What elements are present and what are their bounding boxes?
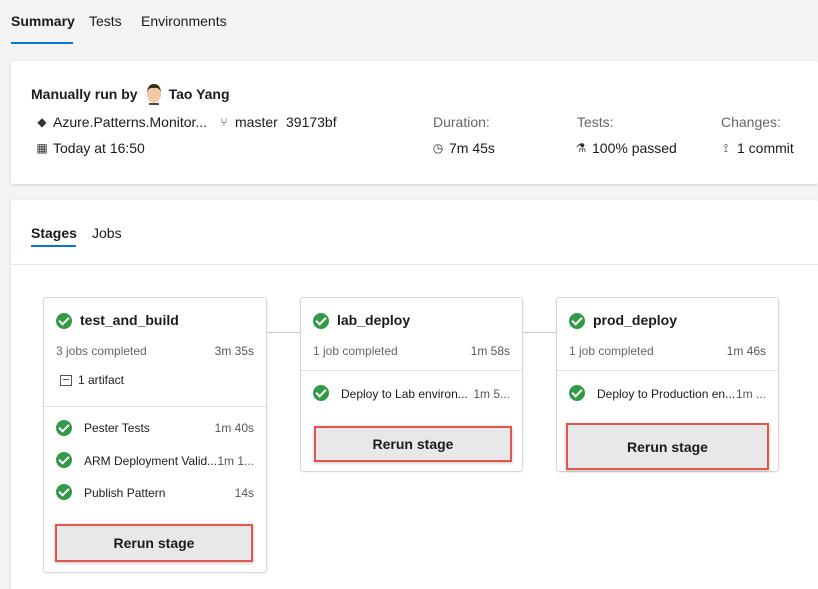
success-check-icon — [313, 313, 329, 329]
stage-duration: 1m 58s — [470, 344, 510, 358]
success-check-icon — [313, 385, 329, 401]
artifact-link[interactable]: 1 artifact — [60, 373, 124, 387]
stage-card-lab-deploy[interactable]: lab_deploy 1 job completed 1m 58s Deploy… — [300, 297, 523, 472]
commit-info[interactable]: 39173bf — [286, 114, 337, 130]
commit-icon: ⟟ — [723, 140, 729, 155]
clock-icon: ◷ — [432, 141, 444, 155]
job-name[interactable]: Pester Tests — [84, 421, 214, 435]
divider — [557, 370, 778, 371]
job-time: 1m ... — [735, 387, 766, 401]
stage-name[interactable]: test_and_build — [80, 312, 179, 328]
rerun-stage-button[interactable]: Rerun stage — [314, 426, 512, 462]
active-stage-tab-indicator — [31, 245, 76, 247]
changes-info[interactable]: ⟟ 1 commit — [719, 140, 794, 156]
run-summary-card: Manually run by Tao Yang ◆ Azure.Pattern… — [11, 61, 818, 184]
success-check-icon — [56, 420, 72, 436]
run-prefix: Manually run by — [31, 86, 138, 102]
active-tab-indicator — [11, 42, 73, 44]
stages-card: Stages Jobs test_and_build 3 jobs comple… — [11, 200, 818, 589]
branch-icon: ⑂ — [220, 115, 228, 129]
tab-summary[interactable]: Summary — [11, 13, 75, 29]
top-tab-bar: Summary Tests Environments — [0, 0, 818, 46]
stage-connector — [523, 332, 556, 333]
artifact-icon — [60, 374, 72, 386]
stage-duration: 1m 46s — [726, 344, 766, 358]
stage-connector — [267, 332, 300, 333]
run-title: Manually run by Tao Yang — [31, 83, 230, 105]
calendar-icon: ▦ — [36, 141, 48, 155]
job-name[interactable]: Deploy to Production en... — [597, 387, 737, 401]
stage-name[interactable]: prod_deploy — [593, 312, 677, 328]
success-check-icon — [569, 313, 585, 329]
tab-jobs[interactable]: Jobs — [92, 225, 122, 241]
job-name[interactable]: ARM Deployment Valid... — [84, 454, 219, 468]
job-time: 1m 1... — [217, 454, 254, 468]
job-name[interactable]: Publish Pattern — [84, 486, 214, 500]
tests-value: 100% passed — [592, 140, 677, 156]
repo-icon: ◆ — [37, 115, 47, 129]
tab-stages[interactable]: Stages — [31, 225, 77, 241]
tests-info[interactable]: ⚗ 100% passed — [574, 140, 677, 156]
repo-info[interactable]: ◆ Azure.Patterns.Monitor... — [35, 114, 207, 130]
avatar[interactable] — [144, 83, 164, 105]
stage-card-prod-deploy[interactable]: prod_deploy 1 job completed 1m 46s Deplo… — [556, 297, 779, 472]
divider — [44, 406, 266, 407]
rerun-stage-button[interactable]: Rerun stage — [55, 524, 253, 562]
job-time: 14s — [234, 486, 254, 500]
jobs-summary: 3 jobs completed — [56, 344, 147, 358]
stage-card-test-and-build[interactable]: test_and_build 3 jobs completed 3m 35s 1… — [43, 297, 267, 573]
flask-icon: ⚗ — [575, 141, 587, 155]
changes-label: Changes: — [721, 114, 781, 130]
artifact-label: 1 artifact — [78, 373, 125, 387]
success-check-icon — [569, 385, 585, 401]
repo-name: Azure.Patterns.Monitor... — [53, 114, 208, 130]
tab-environments[interactable]: Environments — [141, 13, 227, 29]
success-check-icon — [56, 452, 72, 468]
success-check-icon — [56, 313, 72, 329]
jobs-summary: 1 job completed — [313, 344, 398, 358]
branch-info[interactable]: ⑂ master — [217, 114, 278, 130]
run-time: Today at 16:50 — [53, 140, 145, 156]
duration-info: ◷ 7m 45s — [431, 140, 495, 156]
time-info: ▦ Today at 16:50 — [35, 140, 145, 156]
tab-tests[interactable]: Tests — [89, 13, 122, 29]
job-time: 1m 5... — [473, 387, 510, 401]
job-time: 1m 40s — [214, 421, 254, 435]
rerun-stage-button[interactable]: Rerun stage — [566, 423, 769, 470]
divider — [11, 264, 818, 265]
success-check-icon — [56, 484, 72, 500]
tests-label: Tests: — [577, 114, 614, 130]
divider — [301, 370, 522, 371]
stage-name[interactable]: lab_deploy — [337, 312, 410, 328]
jobs-summary: 1 job completed — [569, 344, 654, 358]
job-name[interactable]: Deploy to Lab environ... — [341, 387, 476, 401]
run-user[interactable]: Tao Yang — [169, 86, 230, 102]
commit-hash: 39173bf — [286, 114, 337, 130]
branch-name: master — [235, 114, 278, 130]
stage-duration: 3m 35s — [214, 344, 254, 358]
duration-value: 7m 45s — [449, 140, 495, 156]
duration-label: Duration: — [433, 114, 490, 130]
changes-value: 1 commit — [737, 140, 794, 156]
